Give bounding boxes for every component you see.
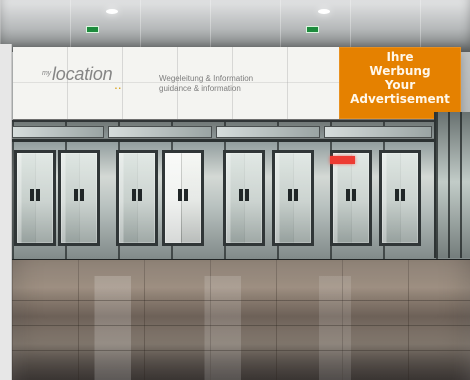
ceiling-light <box>318 9 330 14</box>
upper-glass-pane <box>216 126 320 138</box>
exit-sign-icon <box>306 26 319 33</box>
upper-glass-pane <box>12 126 104 138</box>
side-glass-column <box>434 112 470 258</box>
glass-door-wall <box>12 120 470 262</box>
advertisement-panel: Ihre Werbung Your Advertisement <box>339 47 461 119</box>
glass-door <box>330 150 372 246</box>
upper-glass-pane <box>108 126 212 138</box>
glass-door <box>272 150 314 246</box>
logo-dots: .. <box>114 76 122 92</box>
logo-name: location <box>52 64 113 84</box>
glass-door <box>14 150 56 246</box>
open-glass-door <box>162 150 204 246</box>
glass-door <box>116 150 158 246</box>
advertisement-line-english-2: Advertisement <box>350 92 450 106</box>
upper-glass-pane <box>324 126 432 138</box>
digital-information-panel: my location .. Wegeleitung & Information… <box>13 47 461 119</box>
logo-prefix: my <box>42 70 51 77</box>
red-wall-sign <box>330 156 355 164</box>
glass-door <box>58 150 100 246</box>
exit-sign-icon <box>86 26 99 33</box>
glass-door <box>223 150 265 246</box>
ceiling-light <box>106 9 118 14</box>
german-info-text: Wegeleitung & Information <box>159 74 254 83</box>
advertisement-line-german-2: Werbung <box>369 64 431 78</box>
advertisement-line-german-1: Ihre <box>386 50 414 64</box>
advertisement-line-english-1: Your <box>384 78 416 92</box>
glass-door <box>379 150 421 246</box>
polished-floor <box>12 260 470 380</box>
terminal-photo: my location .. Wegeleitung & Information… <box>0 0 470 380</box>
terminal-ceiling <box>0 0 470 52</box>
left-wall-margin <box>0 44 12 380</box>
english-info-text: guidance & information <box>159 84 241 93</box>
